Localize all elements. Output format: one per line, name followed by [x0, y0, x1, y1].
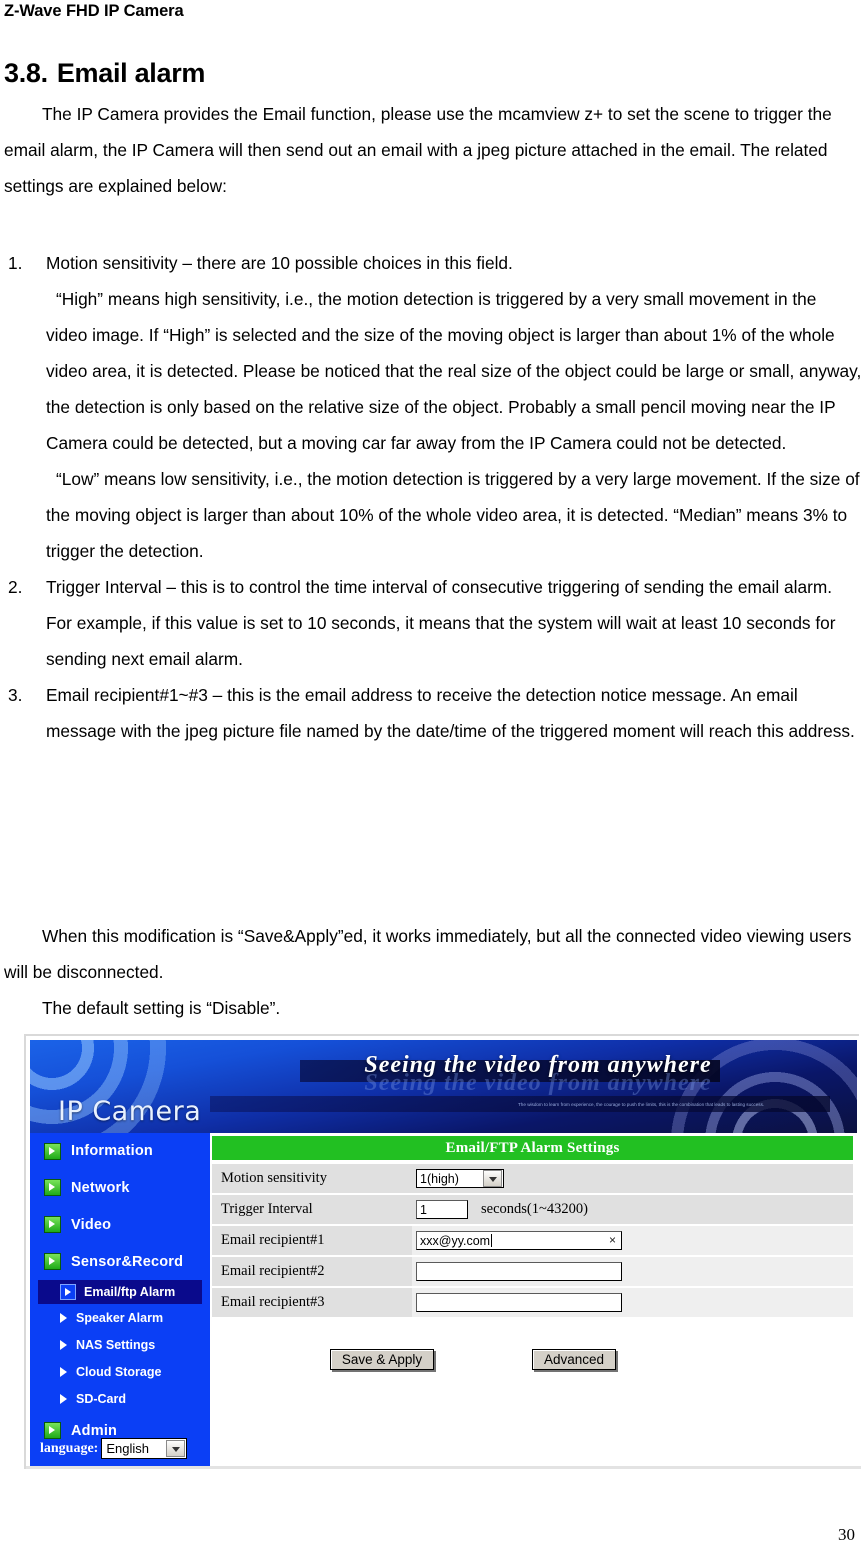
text-caret [491, 1234, 493, 1247]
language-label: language: [40, 1440, 99, 1456]
sidebar-item-video[interactable]: Video [30, 1206, 210, 1243]
language-selector[interactable]: language: English [40, 1438, 188, 1459]
row-label-email-recipient-3: Email recipient#3 [212, 1288, 412, 1317]
sidebar-item-label: Network [71, 1179, 130, 1196]
row-field: 1 seconds(1~43200) [412, 1195, 853, 1224]
triangle-icon [60, 1312, 67, 1323]
table-row: Email recipient#3 [212, 1288, 853, 1319]
list-item-lead: Trigger Interval – this is to control th… [46, 577, 836, 669]
app-banner: Seeing the video from anywhere Seeing th… [30, 1040, 857, 1133]
list-item: 3. Email recipient#1~#3 – this is the em… [4, 677, 862, 749]
row-field [412, 1257, 853, 1286]
default-setting-note: The default setting is “Disable”. [4, 990, 862, 1026]
screenshot-figure: Seeing the video from anywhere Seeing th… [24, 1034, 861, 1469]
list-item-para: “High” means high sensitivity, i.e., the… [46, 289, 862, 453]
email-recipient-1-value: xxx@yy.com [420, 1233, 491, 1248]
email-recipient-1-input[interactable]: xxx@yy.com × [416, 1231, 622, 1250]
sidebar-item-information[interactable]: Information [30, 1133, 210, 1169]
row-label-motion-sensitivity: Motion sensitivity [212, 1164, 412, 1193]
advanced-button[interactable]: Advanced [532, 1349, 616, 1370]
list-item-number: 3. [8, 685, 23, 705]
list-item-lead: Motion sensitivity – there are 10 possib… [46, 253, 513, 273]
banner-slogan: Seeing the video from anywhere [364, 1052, 712, 1078]
triangle-icon [60, 1393, 67, 1404]
row-label-trigger-interval: Trigger Interval [212, 1195, 412, 1224]
intro-text: The IP Camera provides the Email functio… [4, 104, 832, 196]
clear-icon[interactable]: × [609, 1233, 616, 1247]
row-label-email-recipient-2: Email recipient#2 [212, 1257, 412, 1286]
sidebar-item-sd-card[interactable]: SD-Card [30, 1385, 210, 1412]
list-item-para: “Low” means low sensitivity, i.e., the m… [46, 469, 860, 561]
table-row: Trigger Interval 1 seconds(1~43200) [212, 1195, 853, 1226]
panel-actions: Save & Apply Advanced [212, 1343, 853, 1383]
trigger-interval-input[interactable]: 1 [416, 1200, 468, 1219]
sidebar-item-sensor-record[interactable]: Sensor&Record [30, 1243, 210, 1280]
default-setting-text: The default setting is “Disable”. [42, 998, 281, 1018]
section-number: 3.8. [4, 58, 48, 88]
email-recipient-2-input[interactable] [416, 1262, 622, 1281]
sidebar-item-cloud-storage[interactable]: Cloud Storage [30, 1358, 210, 1385]
panel-title: Email/FTP Alarm Settings [212, 1136, 853, 1160]
sidebar-item-email-ftp-alarm[interactable]: Email/ftp Alarm [38, 1280, 202, 1304]
sidebar-item-nas-settings[interactable]: NAS Settings [30, 1331, 210, 1358]
running-header: Z-Wave FHD IP Camera [4, 2, 184, 20]
sidebar-subitem-label: NAS Settings [76, 1337, 156, 1352]
list-item-number: 2. [8, 577, 23, 597]
sidebar-subitem-label: Speaker Alarm [76, 1310, 164, 1325]
section-title: Email alarm [56, 58, 206, 88]
closing-text: When this modification is “Save&Apply”ed… [4, 926, 852, 982]
row-field: 1(high) [412, 1164, 853, 1193]
intro-paragraph: The IP Camera provides the Email functio… [4, 96, 862, 204]
page-number: 30 [838, 1525, 855, 1544]
green-arrow-icon [44, 1422, 61, 1439]
table-row: Email recipient#2 [212, 1257, 853, 1288]
row-field [412, 1288, 853, 1317]
sidebar-subitem-label: Email/ftp Alarm [84, 1285, 176, 1299]
motion-sensitivity-value: 1(high) [420, 1171, 459, 1186]
product-title: IP Camera [58, 1096, 202, 1127]
sidebar-item-speaker-alarm[interactable]: Speaker Alarm [30, 1304, 210, 1331]
list-item: 1. Motion sensitivity – there are 10 pos… [4, 245, 862, 569]
closing-paragraph: When this modification is “Save&Apply”ed… [4, 918, 862, 990]
numbered-list: 1. Motion sensitivity – there are 10 pos… [4, 245, 862, 749]
chevron-down-icon[interactable] [483, 1170, 502, 1187]
boxed-arrow-icon [60, 1284, 76, 1300]
sidebar-nav: Information Network Video Sensor&Record … [30, 1133, 210, 1467]
green-arrow-icon [44, 1216, 61, 1233]
sidebar-subitem-label: Cloud Storage [76, 1364, 162, 1379]
green-arrow-icon [44, 1179, 61, 1196]
table-row: Email recipient#1 xxx@yy.com × [212, 1226, 853, 1257]
triangle-icon [60, 1366, 67, 1377]
figure-bottom-edge [26, 1466, 861, 1469]
row-field: xxx@yy.com × [412, 1226, 853, 1255]
list-item-number: 1. [8, 253, 23, 273]
motion-sensitivity-select[interactable]: 1(high) [416, 1169, 504, 1188]
document-page: Z-Wave FHD IP Camera 3.8. Email alarm The… [0, 0, 865, 1553]
sidebar-item-label: Sensor&Record [71, 1253, 184, 1270]
list-item: 2. Trigger Interval – this is to control… [4, 569, 862, 677]
sidebar-subitem-label: SD-Card [76, 1391, 127, 1406]
chevron-down-icon[interactable] [166, 1440, 186, 1457]
sidebar-item-label: Information [71, 1143, 153, 1159]
language-value: English [106, 1441, 149, 1456]
sidebar-item-network[interactable]: Network [30, 1169, 210, 1206]
triangle-icon [60, 1339, 67, 1350]
ip-camera-web-ui: Seeing the video from anywhere Seeing th… [30, 1040, 857, 1467]
trigger-interval-unit: seconds(1~43200) [481, 1201, 588, 1217]
sidebar-item-label: Video [71, 1216, 112, 1233]
save-apply-button[interactable]: Save & Apply [330, 1349, 434, 1370]
language-select[interactable]: English [101, 1438, 188, 1459]
row-label-email-recipient-1: Email recipient#1 [212, 1226, 412, 1255]
page-title: 3.8. Email alarm [4, 58, 205, 89]
banner-fineprint: The wisdom to learn from experience, the… [518, 1102, 765, 1107]
green-arrow-icon [44, 1253, 61, 1270]
settings-panel: Email/FTP Alarm Settings Motion sensitiv… [210, 1133, 857, 1467]
table-row: Motion sensitivity 1(high) [212, 1164, 853, 1195]
list-item-lead: Email recipient#1~#3 – this is the email… [46, 685, 855, 741]
green-arrow-icon [44, 1142, 61, 1160]
settings-table: Motion sensitivity 1(high) Trigger Inter… [212, 1164, 853, 1319]
email-recipient-3-input[interactable] [416, 1293, 622, 1312]
sidebar-item-label: Admin [71, 1422, 118, 1439]
